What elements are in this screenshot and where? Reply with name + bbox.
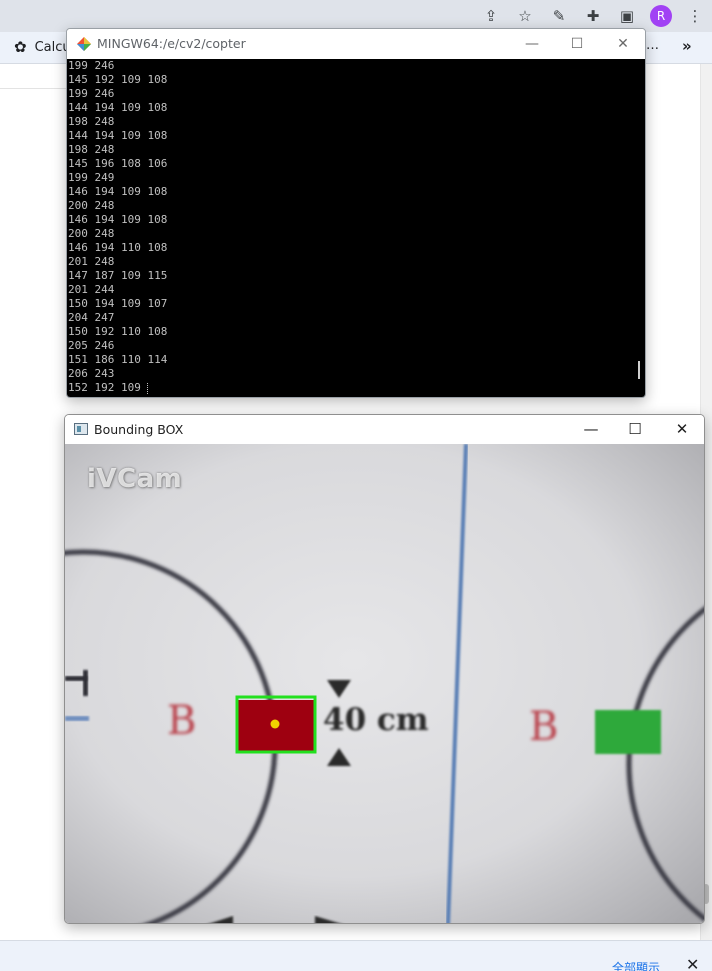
gear-icon: ✿ [14,38,27,56]
terminal-line: 152 192 109 [68,381,149,394]
bounding-box-titlebar[interactable]: Bounding BOX — ☐ ✕ [65,415,704,444]
bookmark-item[interactable]: ✿ Calcu [14,38,71,56]
terminal-lines: 199 246 145 192 109 108 199 246 144 194 109… [68,59,167,395]
terminal-title: MINGW64:/e/cv2/copter [97,36,246,51]
terminal-line: 145 196 108 106 [68,157,168,170]
terminal-output[interactable]: 199 246 145 192 109 108 199 246 144 194 109… [67,59,630,397]
terminal-line: 200 248 [68,199,115,212]
browser-menu-icon[interactable]: ⋮ [678,0,712,32]
terminal-line: 146 194 110 108 [68,241,168,254]
left-edge-blue-mark [65,716,89,721]
ivcam-watermark: iVCam [87,464,183,494]
terminal-line: 145 192 109 108 [68,73,168,86]
opencv-window-icon [74,423,88,435]
terminal-line: 200 248 [68,227,115,240]
terminal-line: 205 246 [68,339,115,352]
bounding-box-title: Bounding BOX [94,422,184,437]
distance-label: 40 cm [323,702,429,738]
camera-frame[interactable]: iVCam B B 40 cm [65,444,704,923]
more-bookmarks-button[interactable]: » [682,37,692,55]
git-bash-icon [77,37,91,51]
terminal-line: 151 186 110 114 [68,353,168,366]
paper-background [65,444,704,923]
terminal-close-button[interactable]: ✕ [608,33,638,55]
terminal-line: 146 194 109 108 [68,213,168,226]
bounding-box-maximize-button[interactable]: ☐ [620,418,650,440]
left-edge-tick [83,670,88,696]
terminal-line: 144 194 109 108 [68,101,168,114]
terminal-line: 201 248 [68,255,115,268]
bounding-box-window: Bounding BOX — ☐ ✕ iVCam B B 40 cm [64,414,705,924]
centroid-dot [270,719,280,729]
terminal-line: 147 187 109 115 [68,269,168,282]
green-target [595,710,661,754]
bounding-box-minimize-button[interactable]: — [576,418,606,440]
show-all-downloads-link[interactable]: 全部顯示 [612,961,660,971]
bounding-box-close-button[interactable]: ✕ [667,418,697,440]
terminal-line: 198 248 [68,115,115,128]
terminal-line: 198 248 [68,143,115,156]
terminal-line: 144 194 109 108 [68,129,168,142]
download-bar-close-button[interactable]: ✕ [686,955,699,971]
camera-scene [65,444,704,923]
terminal-scrollbar[interactable] [630,59,645,397]
download-bar: 全部顯示 ✕ [0,940,712,971]
terminal-cursor [147,382,149,394]
terminal-maximize-button[interactable]: ☐ [562,33,592,55]
terminal-line: 199 246 [68,87,115,100]
terminal-titlebar[interactable]: MINGW64:/e/cv2/copter — ☐ ✕ [67,29,645,59]
terminal-line: 204 247 [68,311,115,324]
terminal-line: 150 192 110 108 [68,325,168,338]
terminal-line: 146 194 109 108 [68,185,168,198]
terminal-line: 150 194 109 107 [68,297,168,310]
terminal-line: 199 246 [68,59,115,72]
terminal-line: 206 243 [68,367,115,380]
avatar: R [650,5,672,27]
terminal-line: 199 249 [68,171,115,184]
label-b-right: B [529,704,559,750]
bookmark-overflow-text: … [646,38,659,53]
terminal-window: MINGW64:/e/cv2/copter — ☐ ✕ 199 246 145 1… [66,28,646,398]
terminal-line: 201 244 [68,283,115,296]
terminal-scrollbar-thumb[interactable] [638,361,640,379]
label-b-left: B [167,698,197,744]
profile-button[interactable]: R [644,0,678,32]
terminal-minimize-button[interactable]: — [517,33,547,55]
